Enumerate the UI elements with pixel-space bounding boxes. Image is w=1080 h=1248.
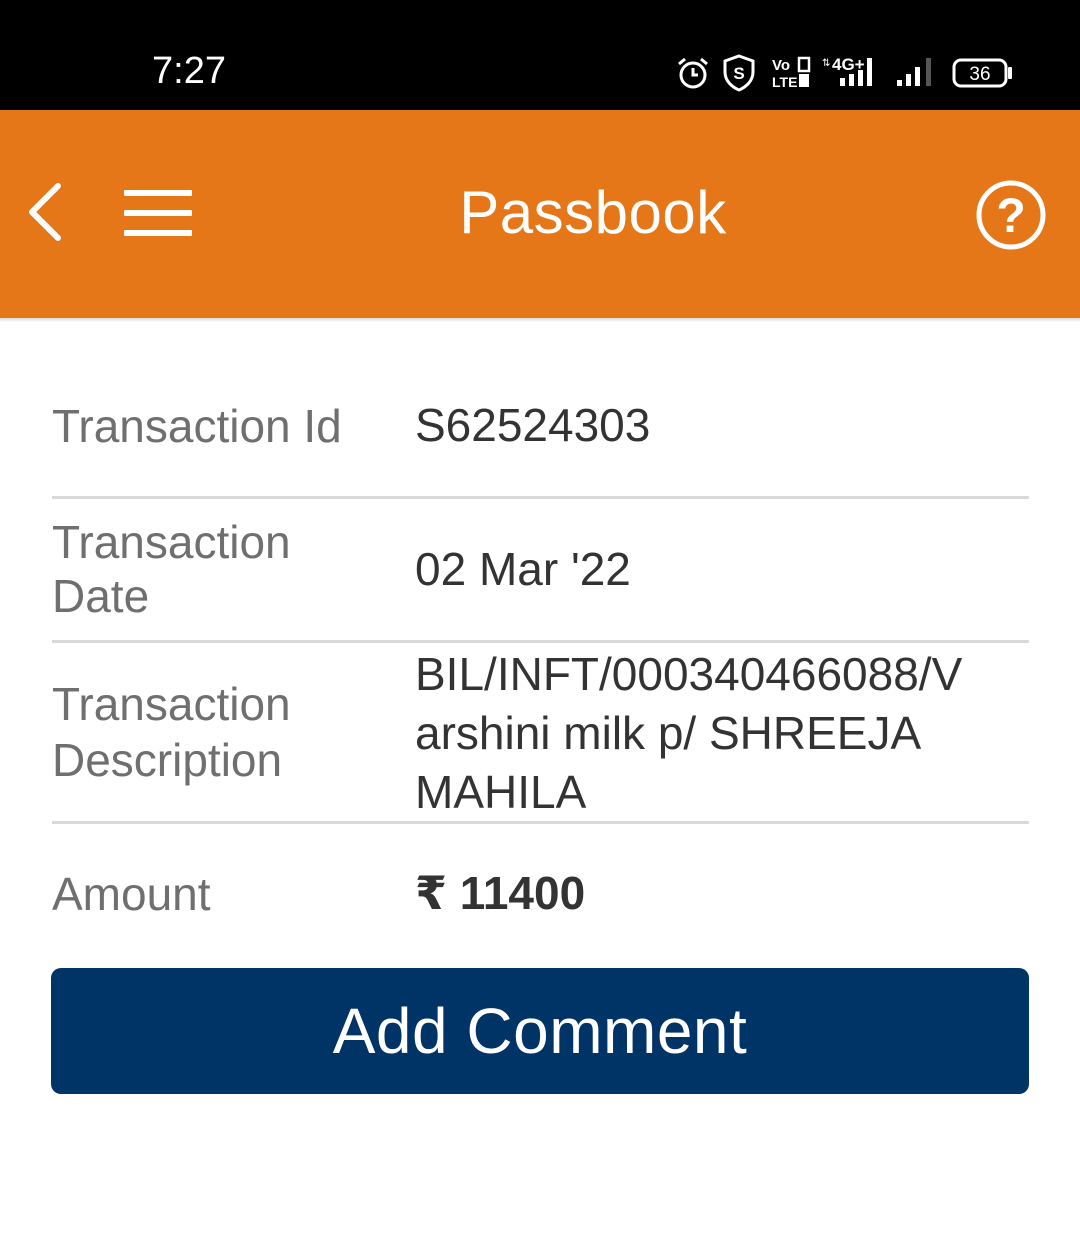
svg-text:Vo: Vo [772, 57, 790, 74]
divider [52, 640, 1029, 643]
transaction-date-value: 02 Mar '22 [415, 543, 631, 595]
svg-text:LTE: LTE [772, 74, 797, 90]
transaction-id-value: S62524303 [415, 399, 651, 451]
signal-4g-icon: ⇅ 4G+ [822, 55, 872, 86]
help-question-icon: ? [976, 180, 1046, 250]
status-bar: 7:27 S Vo LTE ⇅ 4G+ 36 [0, 0, 1080, 110]
alarm-icon [678, 57, 708, 89]
add-comment-button[interactable]: Add Comment [51, 968, 1029, 1094]
transaction-id-row: Transaction Id S62524303 [52, 398, 1029, 458]
transaction-id-label: Transaction Id [52, 400, 342, 452]
transaction-date-row: Transaction Date 02 Mar '22 [52, 514, 1029, 624]
shield-s-icon: S [723, 54, 755, 92]
app-header: Passbook ? [0, 110, 1080, 318]
divider [52, 821, 1029, 824]
volte-icon: Vo LTE [772, 56, 811, 90]
svg-text:S: S [733, 64, 744, 83]
transaction-description-row: Transaction Description BIL/INFT/0003404… [52, 646, 1029, 822]
svg-text:⇅: ⇅ [822, 58, 830, 69]
transaction-description-line1: BIL/INFT/000340466088/V [415, 648, 963, 700]
amount-row: Amount ₹ 11400 [52, 866, 1029, 926]
transaction-description-label-line1: Transaction [52, 678, 291, 730]
transaction-date-label-line1: Transaction [52, 516, 291, 568]
battery-icon: 36 [952, 58, 1012, 88]
header-shadow [0, 318, 1080, 322]
battery-level: 36 [969, 64, 990, 85]
signal-icon [897, 58, 931, 86]
divider [52, 496, 1029, 499]
transaction-date-label-line2: Date [52, 570, 150, 622]
svg-text:?: ? [996, 190, 1025, 243]
rupee-icon: ₹ [415, 867, 448, 919]
amount-label: Amount [52, 868, 211, 920]
help-button[interactable]: ? [974, 178, 1048, 252]
status-time: 7:27 [152, 50, 226, 92]
transaction-description-line3: MAHILA [415, 766, 587, 818]
page-title: Passbook [459, 179, 727, 246]
transaction-description-line2: arshini milk p/ SHREEJA [415, 707, 922, 759]
amount-number: 11400 [459, 867, 586, 919]
amount-value: ₹ 11400 [415, 864, 1035, 923]
transaction-description-label-line2: Description [52, 734, 283, 786]
